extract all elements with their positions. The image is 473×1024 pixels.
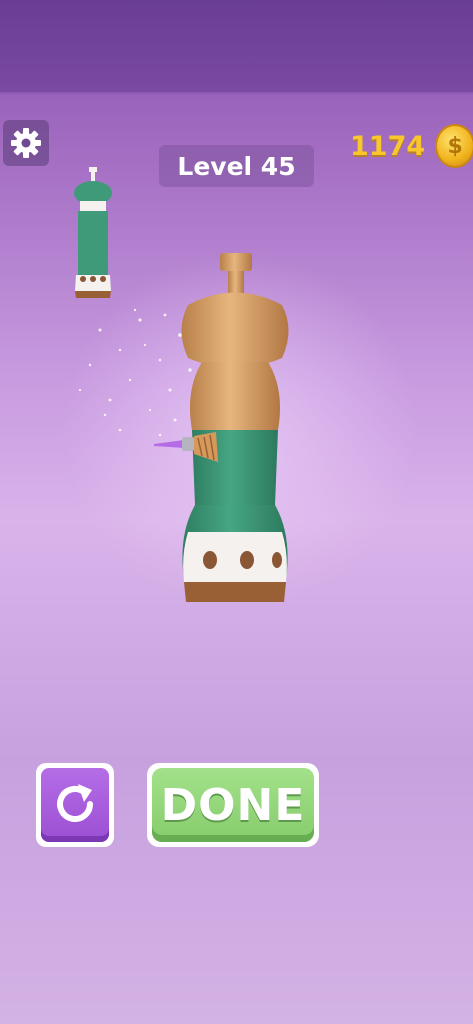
restart-arrow-icon <box>57 784 93 822</box>
done-button[interactable]: DONE <box>147 763 319 847</box>
gold-coin-icon: $ <box>435 124 473 168</box>
done-button-face: DONE <box>152 768 314 842</box>
coin-count: 1174 <box>350 130 426 162</box>
restart-button[interactable] <box>36 763 114 847</box>
gear-icon <box>11 128 41 158</box>
restart-button-face <box>41 768 109 842</box>
settings-button[interactable] <box>3 120 49 166</box>
done-label: DONE <box>160 779 306 831</box>
level-indicator: Level 45 <box>159 145 314 187</box>
top-bar <box>0 0 473 92</box>
level-label: Level 45 <box>177 151 296 181</box>
coin-symbol: $ <box>447 133 463 159</box>
target-vase-preview <box>74 167 112 298</box>
paint-brush-icon <box>154 432 218 462</box>
coin-counter: 1174 $ <box>350 124 473 168</box>
